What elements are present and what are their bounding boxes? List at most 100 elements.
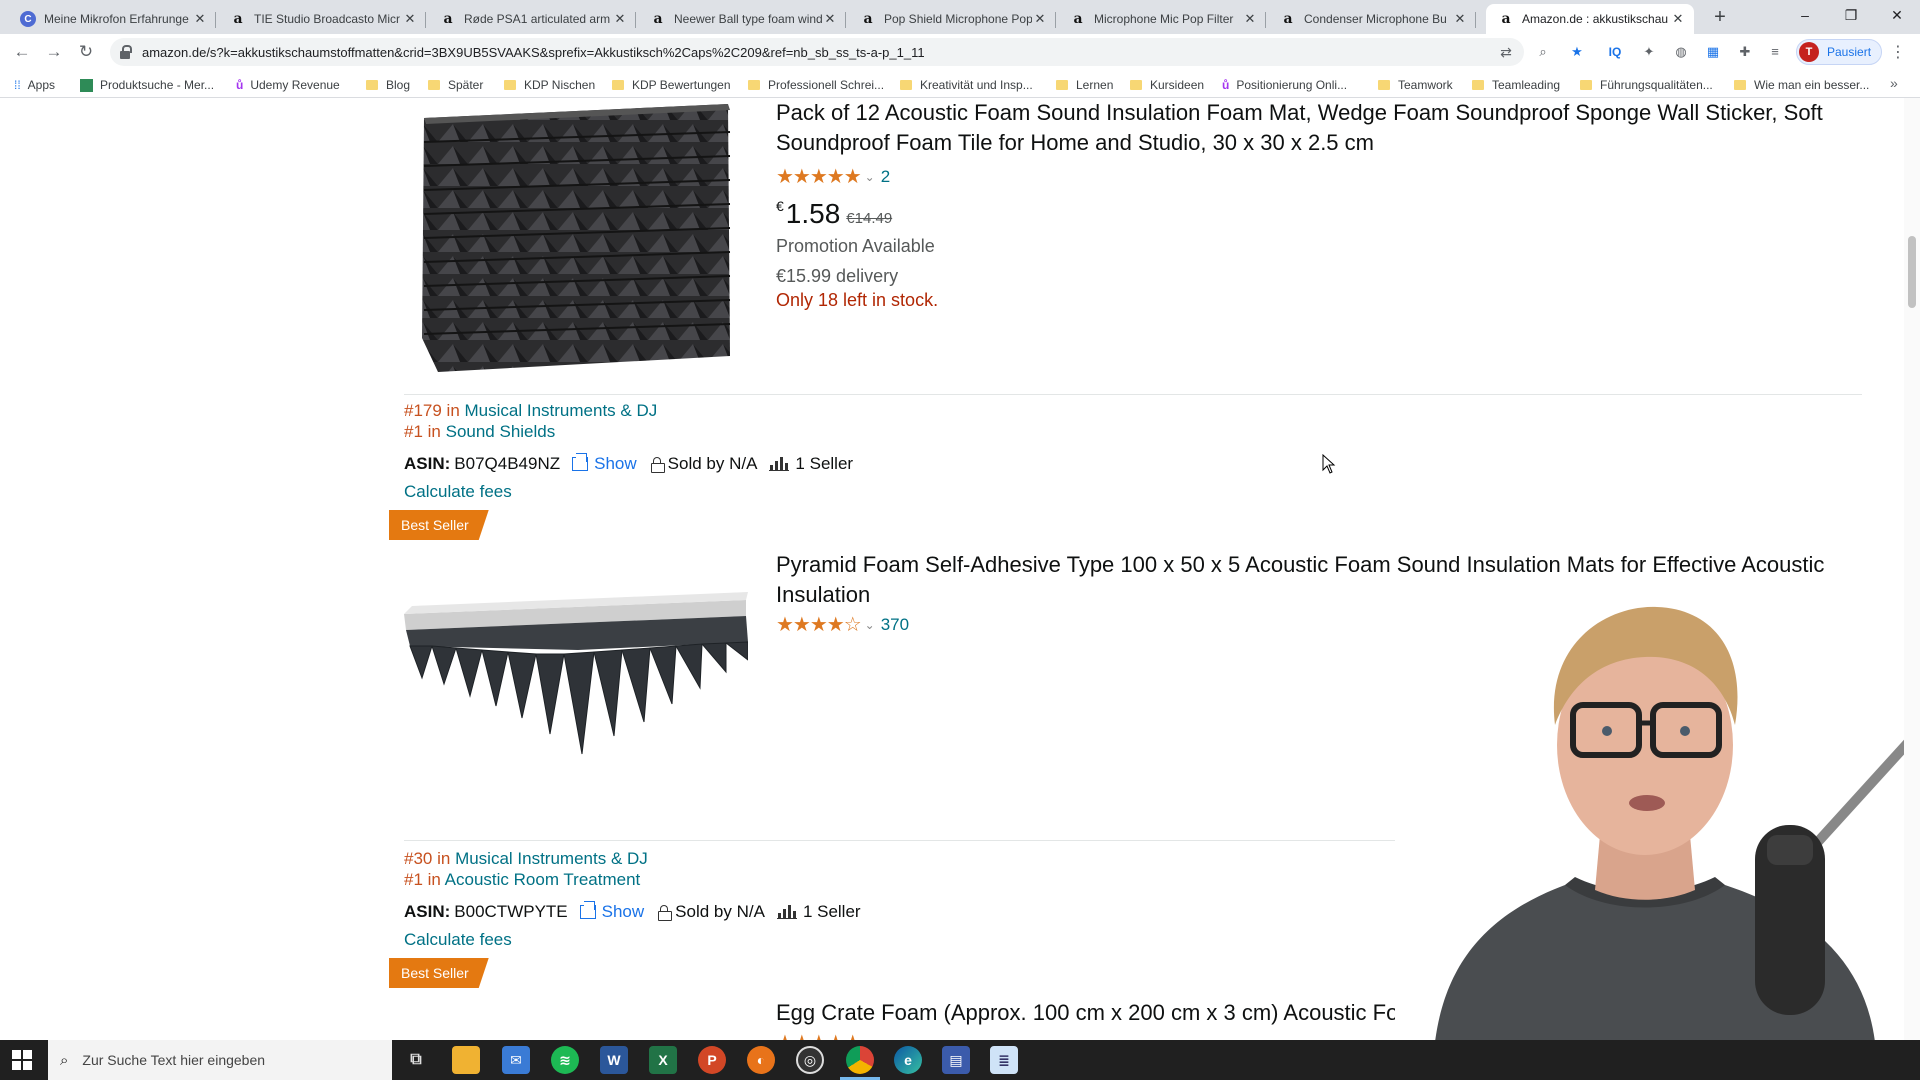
close-tab-icon[interactable]: ✕ — [1242, 11, 1258, 27]
bookmark-item[interactable]: ů Udemy Revenue — [236, 76, 340, 94]
rank-category-link[interactable]: Musical Instruments & DJ — [465, 401, 658, 420]
close-tab-icon[interactable]: ✕ — [822, 11, 838, 27]
grid-extension-icon[interactable]: ▦ — [1704, 43, 1722, 61]
folder-icon — [1472, 80, 1484, 90]
minimize-button[interactable]: – — [1782, 0, 1828, 30]
bookmark-folder[interactable]: Teamwork — [1378, 76, 1453, 94]
tab-3[interactable]: a Neewer Ball type foam wind ✕ — [638, 4, 846, 34]
show-link[interactable]: Show — [572, 453, 637, 474]
tab-4[interactable]: a Pop Shield Microphone Pop ✕ — [848, 4, 1056, 34]
address-bar[interactable]: amazon.de/s?k=akkustikschaumstoffmatten&… — [110, 38, 1524, 66]
blue-app-icon[interactable]: ▤ — [942, 1046, 970, 1074]
powerpoint-icon[interactable]: P — [698, 1046, 726, 1074]
extension-icon[interactable]: ✦ — [1640, 43, 1658, 61]
tab-5[interactable]: a Microphone Mic Pop Filter ✕ — [1058, 4, 1266, 34]
mail-icon[interactable]: ✉ — [502, 1046, 530, 1074]
file-explorer-icon[interactable] — [452, 1046, 480, 1074]
bookmark-folder[interactable]: Führungsqualitäten... — [1580, 76, 1713, 94]
windows-start-icon[interactable] — [12, 1050, 32, 1070]
bookmark-label: Wie man ein besser... — [1754, 78, 1870, 92]
tab-6[interactable]: a Condenser Microphone Bu ✕ — [1268, 4, 1476, 34]
bookmark-folder[interactable]: Kreativität und Insp... — [900, 76, 1033, 94]
bookmark-folder[interactable]: KDP Bewertungen — [612, 76, 731, 94]
stock-text: Only 18 left in stock. — [776, 290, 939, 310]
tab-title: Pop Shield Microphone Pop — [884, 12, 1032, 26]
word-icon[interactable]: W — [600, 1046, 628, 1074]
rating-row[interactable]: ★★★★★ ⌄ 2 — [776, 164, 890, 189]
tab-title: Amazon.de : akkustikschau — [1522, 12, 1669, 26]
calculate-fees-link[interactable]: Calculate fees — [404, 930, 512, 950]
rating-row[interactable]: ★★★★☆ ⌄ 370 — [776, 612, 909, 637]
bookmark-folder[interactable]: Später — [428, 76, 483, 94]
tab-2[interactable]: a Røde PSA1 articulated arm ✕ — [428, 4, 636, 34]
reload-icon[interactable]: ↻ — [74, 40, 98, 64]
bookmark-apps[interactable]: ⁞⁞ Apps — [14, 76, 55, 94]
close-tab-icon[interactable]: ✕ — [192, 11, 208, 27]
calculate-fees-link[interactable]: Calculate fees — [404, 482, 512, 502]
orange-app-icon[interactable]: ◐ — [747, 1046, 775, 1074]
edge-icon[interactable]: e — [894, 1046, 922, 1074]
new-tab-button[interactable]: + — [1708, 5, 1732, 29]
close-tab-icon[interactable]: ✕ — [1452, 11, 1468, 27]
menu-kebab-icon[interactable]: ⋮ — [1890, 42, 1906, 62]
bookmark-folder[interactable]: Blog — [366, 76, 410, 94]
rating-row[interactable]: ★★★★★ — [776, 1030, 865, 1040]
reading-list-icon[interactable]: ≡ — [1766, 43, 1784, 61]
search-results-page: Pack of 12 Acoustic Foam Sound Insulatio… — [0, 98, 1920, 1040]
folder-icon — [504, 80, 516, 90]
product-image-foam-tiles[interactable] — [408, 98, 738, 376]
close-window-button[interactable]: ✕ — [1874, 0, 1920, 30]
review-count[interactable]: 370 — [881, 615, 909, 635]
forward-arrow-icon[interactable]: → — [42, 40, 66, 64]
search-placeholder: Zur Suche Text hier eingeben — [82, 1052, 266, 1068]
profile-button[interactable]: T Pausiert — [1796, 39, 1882, 65]
bookmark-folder[interactable]: Professionell Schrei... — [748, 76, 884, 94]
tab-0[interactable]: C Meine Mikrofon Erfahrunge ✕ — [8, 4, 216, 34]
scrollbar-thumb[interactable] — [1908, 236, 1916, 308]
tab-title: Condenser Microphone Bu — [1304, 12, 1447, 26]
bookmarks-overflow-button[interactable]: » — [1890, 75, 1898, 91]
bookmark-item[interactable]: ů Positionierung Onli... — [1222, 76, 1347, 94]
back-arrow-icon[interactable]: ← — [10, 40, 34, 64]
taskbar-search-input[interactable]: ⌕ Zur Suche Text hier eingeben — [48, 1040, 392, 1080]
close-tab-icon[interactable]: ✕ — [612, 11, 628, 27]
close-tab-icon[interactable]: ✕ — [1032, 11, 1048, 27]
bookmark-label: Positionierung Onli... — [1236, 78, 1348, 92]
bookmark-item[interactable]: Produktsuche - Mer... — [80, 76, 214, 94]
sales-rank-1: #30 in Musical Instruments & DJ — [404, 848, 648, 869]
rank-category-link[interactable]: Musical Instruments & DJ — [455, 849, 648, 868]
obs-icon[interactable]: ◎ — [796, 1046, 824, 1074]
bookmark-folder[interactable]: KDP Nischen — [504, 76, 595, 94]
rank-category-link[interactable]: Sound Shields — [446, 422, 556, 441]
maximize-button[interactable]: ❐ — [1828, 0, 1874, 30]
bookmark-folder[interactable]: Teamleading — [1472, 76, 1560, 94]
bookmark-folder[interactable]: Wie man ein besser... — [1734, 76, 1869, 94]
product-title-link[interactable]: Pack of 12 Acoustic Foam Sound Insulatio… — [776, 98, 1862, 158]
bookmark-folder[interactable]: Lernen — [1056, 76, 1113, 94]
zoom-icon[interactable]: ⌕ — [1534, 43, 1552, 61]
page-scrollbar[interactable] — [1904, 98, 1920, 1040]
spotify-icon[interactable]: ≋ — [551, 1046, 579, 1074]
bookmark-folder[interactable]: Kursideen — [1130, 76, 1204, 94]
review-count[interactable]: 2 — [881, 167, 890, 187]
bookmark-star-icon[interactable]: ★ — [1568, 43, 1586, 61]
task-view-icon[interactable]: ⧉ — [402, 1046, 430, 1074]
rank-category-link[interactable]: Acoustic Room Treatment — [445, 870, 641, 889]
chrome-icon[interactable] — [846, 1046, 874, 1074]
close-tab-icon[interactable]: ✕ — [1670, 11, 1686, 27]
excel-icon[interactable]: X — [649, 1046, 677, 1074]
show-link[interactable]: Show — [579, 901, 644, 922]
folder-icon — [1734, 80, 1746, 90]
tab-1[interactable]: a TIE Studio Broadcasto Micr ✕ — [218, 4, 426, 34]
globe-extension-icon[interactable]: ◍ — [1672, 43, 1690, 61]
lock-icon[interactable] — [120, 45, 132, 59]
puzzle-icon[interactable]: ✚ — [1736, 43, 1754, 61]
iq-extension-icon[interactable]: IQ — [1606, 43, 1624, 61]
url-text[interactable]: amazon.de/s?k=akkustikschaumstoffmatten&… — [142, 45, 925, 60]
close-tab-icon[interactable]: ✕ — [402, 11, 418, 27]
apps-grid-icon: ⁞⁞ — [14, 78, 21, 92]
translate-icon[interactable]: ⇄ — [1496, 44, 1516, 61]
notepad-icon[interactable]: ≣ — [990, 1046, 1018, 1074]
tab-7-active[interactable]: a Amazon.de : akkustikschau ✕ — [1486, 4, 1694, 34]
product-image-pyramid-foam[interactable] — [404, 586, 748, 756]
